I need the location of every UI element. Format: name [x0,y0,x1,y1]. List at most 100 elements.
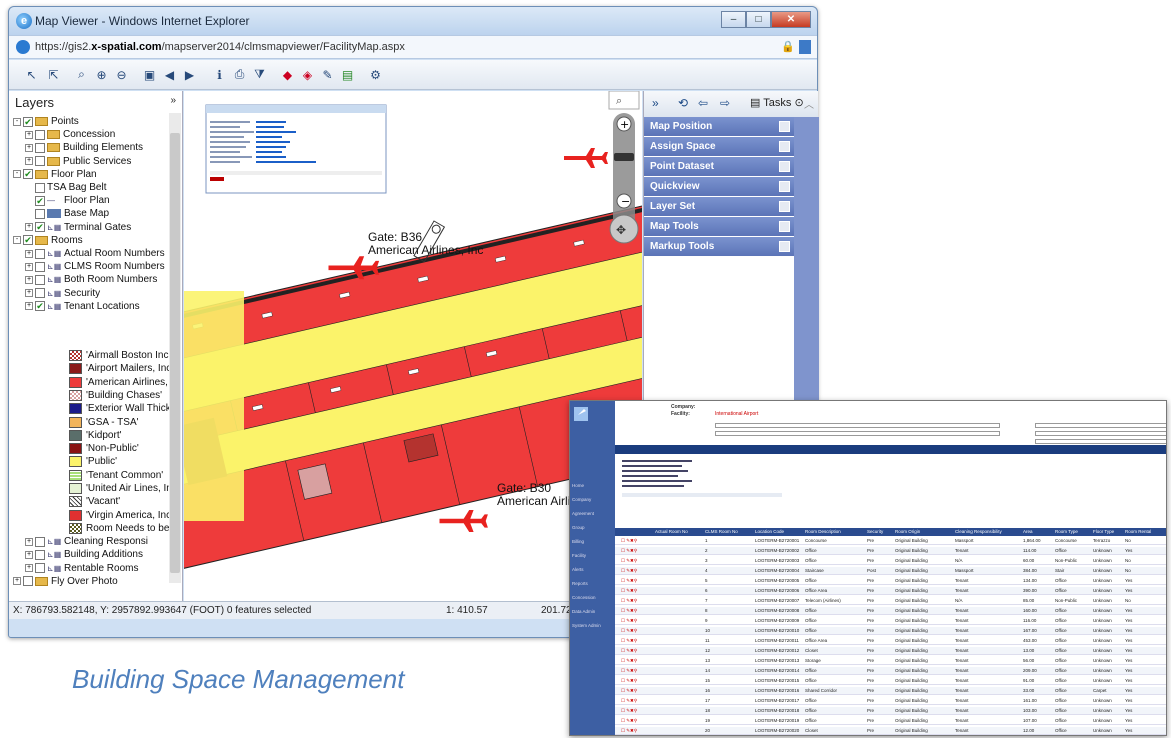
inset-table-row[interactable]: ☐ ✎✖⚲ 16 LOGTERM-B2720016 Shared Corridor Pr… [615,687,1166,695]
row-actions-icon[interactable]: ☐ ✎✖⚲ [621,678,637,684]
expand-toggle-icon[interactable]: + [25,143,33,152]
inset-nav-item[interactable]: Agreement [572,511,594,516]
layers-scrollbar[interactable] [169,113,181,583]
row-actions-icon[interactable]: ☐ ✎✖⚲ [621,668,637,674]
inset-table-row[interactable]: ☐ ✎✖⚲ 15 LOGTERM-B2720015 Office Pre Original… [615,677,1166,685]
layer-item-1[interactable]: + Concession [25,128,115,141]
close-button[interactable]: ✕ [771,11,811,28]
inset-nav-item[interactable]: Concession [572,595,596,600]
layer-checkbox[interactable]: ✔ [23,169,33,180]
row-actions-icon[interactable]: ☐ ✎✖⚲ [621,698,637,704]
row-actions-icon[interactable]: ☐ ✎✖⚲ [621,688,637,694]
inset-table-row[interactable]: ☐ ✎✖⚲ 17 LOGTERM-B2720017 Office Pre Original… [615,697,1166,705]
row-actions-icon[interactable]: ☐ ✎✖⚲ [621,608,637,614]
layer-checkbox[interactable] [35,536,45,547]
inset-table-row[interactable]: ☐ ✎✖⚲ 14 LOGTERM-B2720014 Office Pre Original… [615,667,1166,675]
inset-nav-item[interactable]: Billing [572,539,584,544]
back-icon[interactable]: ⇦ [698,96,708,110]
task-toggle-icon[interactable] [779,241,790,252]
inset-col-header[interactable]: Location Code [755,529,784,534]
tasks-menu[interactable]: ▤ Tasks ⊙ [750,96,804,109]
layer-checkbox[interactable] [35,142,45,153]
row-actions-icon[interactable]: ☐ ✎✖⚲ [621,728,637,734]
layer-item-6[interactable]: ✔ — Floor Plan [25,194,110,207]
task-layer-set[interactable]: Layer Set [644,197,794,217]
url-text[interactable]: https://gis2.x-spatial.com/mapserver2014… [35,41,405,53]
expand-toggle-icon[interactable]: + [25,130,33,139]
measure-icon[interactable]: ◆ [279,66,296,83]
zoom-next-icon[interactable]: ▶ [181,66,198,83]
expand-toggle-icon[interactable]: + [25,289,33,298]
layer-checkbox[interactable] [23,576,33,587]
expand-toggle-icon[interactable]: + [25,223,33,232]
inset-col-header[interactable]: Security [867,529,883,534]
expand-toggle-icon[interactable]: + [25,157,33,166]
row-actions-icon[interactable]: ☐ ✎✖⚲ [621,618,637,624]
address-bar[interactable]: https://gis2.x-spatial.com/mapserver2014… [9,35,817,59]
layer-checkbox[interactable] [35,129,45,140]
inset-table-row[interactable]: ☐ ✎✖⚲ 10 LOGTERM-B2720010 Office Pre Original… [615,627,1166,635]
layer-item-8[interactable]: + ✔ ⊾▦ Terminal Gates [25,221,131,234]
inset-col-header[interactable]: Room Rental [1125,529,1151,534]
inset-col-header[interactable]: Floor Type [1093,529,1114,534]
row-actions-icon[interactable]: ☐ ✎✖⚲ [621,628,637,634]
layer-checkbox[interactable] [35,156,45,167]
layer-checkbox[interactable]: ✔ [23,116,33,127]
inset-table-row[interactable]: ☐ ✎✖⚲ 13 LOGTERM-B2720013 Storage Pre Origina… [615,657,1166,665]
task-toggle-icon[interactable] [779,161,790,172]
task-quickview[interactable]: Quickview [644,177,794,197]
inset-table-row[interactable]: ☐ ✎✖⚲ 4 LOGTERM-B2720004 Staircase Post Origi… [615,567,1166,575]
row-actions-icon[interactable]: ☐ ✎✖⚲ [621,708,637,714]
inset-nav-item[interactable]: Company [572,497,591,502]
inset-col-header[interactable]: Room Origin [895,529,920,534]
task-assign-space[interactable]: Assign Space [644,137,794,157]
select-arrow-icon[interactable]: ↖ [23,66,40,83]
task-toggle-icon[interactable] [779,181,790,192]
inset-room-select[interactable] [1035,439,1166,444]
inset-table-row[interactable]: ☐ ✎✖⚲ 7 LOGTERM-B2720007 Telecom (Airlines)… [615,597,1166,605]
expand-toggle-icon[interactable]: + [25,550,33,559]
task-toggle-icon[interactable] [779,201,790,212]
task-toggle-icon[interactable] [779,121,790,132]
layer-checkbox[interactable]: ✔ [35,222,45,233]
layer-item-7[interactable]: Base Map [25,207,109,220]
layer-item-0[interactable]: - ✔ Points [13,115,79,128]
row-actions-icon[interactable]: ☐ ✎✖⚲ [621,598,637,604]
task-markup-tools[interactable]: Markup Tools [644,237,794,257]
row-actions-icon[interactable]: ☐ ✎✖⚲ [621,568,637,574]
inset-table-row[interactable]: ☐ ✎✖⚲ 9 LOGTERM-B2720009 Office Pre Original … [615,617,1166,625]
inset-col-header[interactable]: Cleaning Responsibility [955,529,1002,534]
identify-icon[interactable]: ℹ [211,66,228,83]
layer-checkbox[interactable] [35,248,45,259]
layer-checkbox[interactable]: ✔ [35,301,45,312]
inset-table-row[interactable]: ☐ ✎✖⚲ 11 LOGTERM-B2720011 Office Area Pre Ori… [615,637,1166,645]
layer-item-12[interactable]: + ⊾▦ Both Room Numbers [25,273,157,286]
layer-checkbox[interactable] [35,274,45,285]
inset-nav-item[interactable]: System Admin [572,623,601,628]
layer-bottom-3[interactable]: + Fly Over Photo [13,575,118,588]
inset-parcels-select[interactable] [715,423,1000,428]
task-point-dataset[interactable]: Point Dataset [644,157,794,177]
collapse-icon[interactable]: » [170,95,176,106]
row-actions-icon[interactable]: ☐ ✎✖⚲ [621,648,637,654]
inset-table-row[interactable]: ☐ ✎✖⚲ 19 LOGTERM-B2720019 Office Pre Original… [615,717,1166,725]
expand-icon[interactable]: » [652,96,659,110]
layer-item-9[interactable]: - ✔ Rooms [13,234,83,247]
task-toggle-icon[interactable] [779,141,790,152]
filter-icon[interactable]: ⧩ [251,66,268,83]
zoom-extent-icon[interactable]: ⌕ [73,66,90,83]
inset-nav-item[interactable]: Reports [572,581,588,586]
print-icon[interactable]: ⎙ [231,66,248,83]
refresh-icon[interactable]: ⟲ [678,96,688,110]
layer-checkbox[interactable] [35,288,45,299]
expand-toggle-icon[interactable]: - [13,236,21,245]
inset-nav-item[interactable]: Group [572,525,585,530]
zoom-out-icon[interactable]: ⊖ [113,66,130,83]
inset-col-header[interactable]: Room Description [805,529,841,534]
expand-toggle-icon[interactable]: + [25,537,33,546]
task-toggle-icon[interactable] [779,221,790,232]
inset-building-select[interactable] [1035,423,1166,428]
expand-toggle-icon[interactable]: + [25,275,33,284]
layer-checkbox[interactable] [35,182,45,193]
row-actions-icon[interactable]: ☐ ✎✖⚲ [621,718,637,724]
